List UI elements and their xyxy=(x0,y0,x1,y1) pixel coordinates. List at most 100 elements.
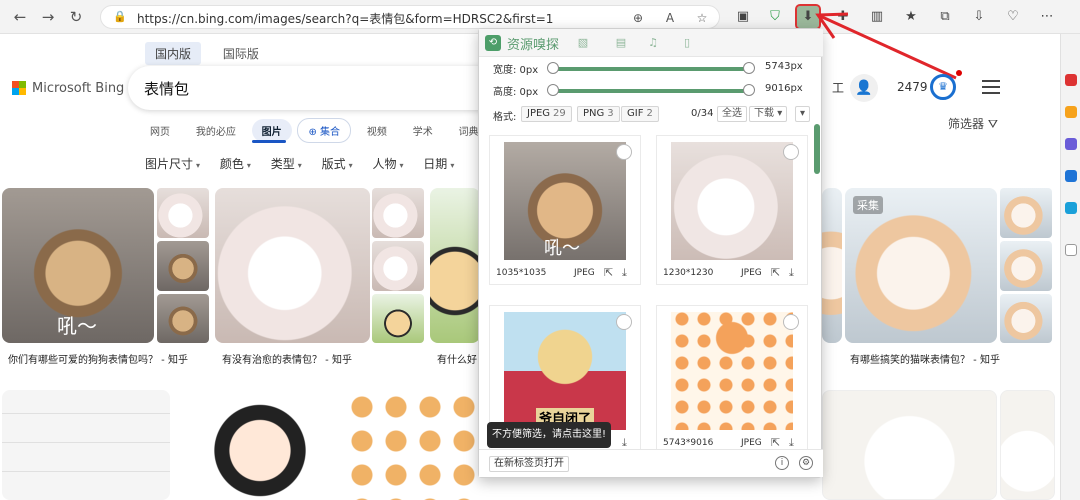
filter-type[interactable]: 类型 ▾ xyxy=(271,155,302,172)
tab-my-bing[interactable]: 我的必应 xyxy=(186,119,246,142)
forward-icon[interactable]: → xyxy=(38,7,58,27)
download-button[interactable]: 下载 ▾ xyxy=(749,106,788,122)
height-slider-track[interactable] xyxy=(553,89,749,93)
result-caption[interactable]: 你们有哪些可爱的狗狗表情包吗？ - 知乎 xyxy=(8,351,188,366)
result-caption[interactable]: 有什么好 xyxy=(437,351,477,366)
result-thumb[interactable] xyxy=(157,241,209,291)
result-image-cartoon[interactable] xyxy=(430,188,480,343)
result-caption[interactable]: 有哪些搞笑的猫咪表情包？ - 知乎 xyxy=(850,351,1000,366)
tab-video[interactable]: 视频 xyxy=(357,119,397,142)
zoom-icon[interactable]: ⊕ xyxy=(629,9,647,27)
format-chip-jpeg[interactable]: JPEG 29 xyxy=(521,106,572,122)
result-caption[interactable]: 有没有治愈的表情包？ - 知乎 xyxy=(222,351,352,366)
resource-card[interactable]: 1230*1230 JPEG ⇱ ⤓ xyxy=(656,135,808,285)
back-icon[interactable]: ← xyxy=(10,7,30,27)
hamburger-menu-icon[interactable] xyxy=(982,80,1000,94)
open-external-icon[interactable]: ⇱ xyxy=(771,436,780,449)
result-thumb[interactable] xyxy=(157,294,209,343)
sidebar-app-icon[interactable] xyxy=(1065,138,1077,150)
open-external-icon[interactable]: ⇱ xyxy=(771,266,780,279)
more-menu-icon[interactable]: ⋯ xyxy=(1036,6,1058,28)
search-box[interactable]: 表情包 xyxy=(128,66,528,110)
download-icon[interactable]: ⤓ xyxy=(622,266,627,280)
download-icon[interactable]: ⤓ xyxy=(789,436,794,449)
result-image-baldies[interactable] xyxy=(345,390,480,500)
result-image-bunny-small[interactable] xyxy=(1000,390,1055,500)
result-image-sticker-grid[interactable] xyxy=(2,390,170,500)
address-bar[interactable]: 🔒 https://cn.bing.com/images/search?q=表情… xyxy=(100,5,720,29)
sidebar-app-icon[interactable] xyxy=(1065,74,1077,86)
filter-size[interactable]: 图片尺寸 ▾ xyxy=(145,155,200,172)
document-tab-icon[interactable]: ▯ xyxy=(679,35,695,51)
height-max-handle[interactable] xyxy=(743,84,755,96)
result-thumb[interactable] xyxy=(1000,294,1052,343)
options-dropdown[interactable]: ▾ xyxy=(795,106,811,122)
bing-logo[interactable]: Microsoft Bing xyxy=(12,78,124,98)
refresh-icon[interactable]: ↻ xyxy=(66,7,86,27)
result-thumb[interactable] xyxy=(157,188,209,238)
height-min-handle[interactable] xyxy=(547,84,559,96)
popup-scrollbar[interactable] xyxy=(814,124,820,174)
width-max-handle[interactable] xyxy=(743,62,755,74)
url-text[interactable]: https://cn.bing.com/images/search?q=表情包&… xyxy=(137,10,553,27)
result-thumb[interactable] xyxy=(372,188,424,238)
tab-academic[interactable]: 学术 xyxy=(403,119,443,142)
sidebar-app-icon[interactable] xyxy=(1065,202,1077,214)
filter-layout[interactable]: 版式 ▾ xyxy=(322,155,353,172)
read-aloud-icon[interactable]: A xyxy=(661,9,679,27)
resource-card[interactable]: 5743*9016 JPEG ⇱ ⤓ xyxy=(656,305,808,449)
filter-date[interactable]: 日期 ▾ xyxy=(423,155,454,172)
region-tab-intl[interactable]: 国际版 xyxy=(213,42,269,65)
avatar[interactable]: 👤 xyxy=(850,74,878,102)
width-slider-track[interactable] xyxy=(553,67,749,71)
result-image-bunny[interactable] xyxy=(822,390,997,500)
gear-icon[interactable]: ⚙ xyxy=(799,456,813,470)
result-thumb[interactable] xyxy=(372,294,424,343)
filter-people[interactable]: 人物 ▾ xyxy=(372,155,403,172)
download-icon[interactable]: ⤓ xyxy=(622,436,627,449)
select-all-button[interactable]: 全选 xyxy=(717,106,747,122)
sidebar-app-icon[interactable] xyxy=(1065,106,1077,118)
region-tab-cn[interactable]: 国内版 xyxy=(145,42,202,65)
info-icon[interactable]: i xyxy=(775,456,789,470)
download-icon[interactable]: ⤓ xyxy=(789,266,794,280)
sidebar-app-icon[interactable] xyxy=(1065,170,1077,182)
sidebar-add-icon[interactable] xyxy=(1065,244,1077,256)
open-in-new-tab-button[interactable]: 在新标签页打开 xyxy=(489,456,569,472)
collect-button[interactable]: 采集 xyxy=(853,196,883,214)
favorite-star-icon[interactable]: ☆ xyxy=(693,9,711,27)
select-checkbox[interactable] xyxy=(783,314,799,330)
result-image-cat[interactable] xyxy=(215,188,370,343)
video-tab-icon[interactable]: ▤ xyxy=(613,35,629,51)
resource-thumbnail[interactable] xyxy=(671,312,793,430)
browser-essentials-icon[interactable]: ♡ xyxy=(1002,6,1024,28)
format-chip-gif[interactable]: GIF 2 xyxy=(621,106,659,122)
shield-extension-icon[interactable]: ⛉ xyxy=(764,6,786,28)
format-chip-png[interactable]: PNG 3 xyxy=(577,106,620,122)
work-label[interactable]: 工 xyxy=(832,79,844,96)
result-image-girl[interactable] xyxy=(180,390,340,500)
result-thumb[interactable] xyxy=(1000,241,1052,291)
resource-thumbnail[interactable]: 吼～ xyxy=(504,142,626,260)
filter-button[interactable]: 筛选器 ⛛ xyxy=(948,115,998,132)
filter-color[interactable]: 颜色 ▾ xyxy=(220,155,251,172)
open-external-icon[interactable]: ⇱ xyxy=(604,266,613,279)
result-thumb[interactable] xyxy=(372,241,424,291)
result-image-dog[interactable]: 吼～ xyxy=(2,188,154,343)
width-min-handle[interactable] xyxy=(547,62,559,74)
resource-card[interactable]: 吼～ 1035*1035 JPEG ⇱ ⤓ xyxy=(489,135,641,285)
select-checkbox[interactable] xyxy=(616,144,632,160)
rewards-points[interactable]: 2479 xyxy=(897,80,928,94)
resource-thumbnail[interactable] xyxy=(671,142,793,260)
result-image-cat-funny[interactable]: 采集 xyxy=(845,188,997,343)
tab-web[interactable]: 网页 xyxy=(140,119,180,142)
downloads-icon[interactable]: ⇩ xyxy=(968,6,990,28)
extension-icon-1[interactable]: ▣ xyxy=(732,6,754,28)
tab-images[interactable]: 图片 xyxy=(251,119,292,142)
audio-tab-icon[interactable]: ♫ xyxy=(645,35,661,51)
rewards-icon[interactable]: ♛ xyxy=(930,74,956,100)
result-thumb[interactable] xyxy=(1000,188,1052,238)
image-tab-icon[interactable]: ▧ xyxy=(575,35,591,51)
search-input[interactable]: 表情包 xyxy=(144,78,189,99)
resource-thumbnail[interactable]: 爷自闭了 xyxy=(504,312,626,430)
